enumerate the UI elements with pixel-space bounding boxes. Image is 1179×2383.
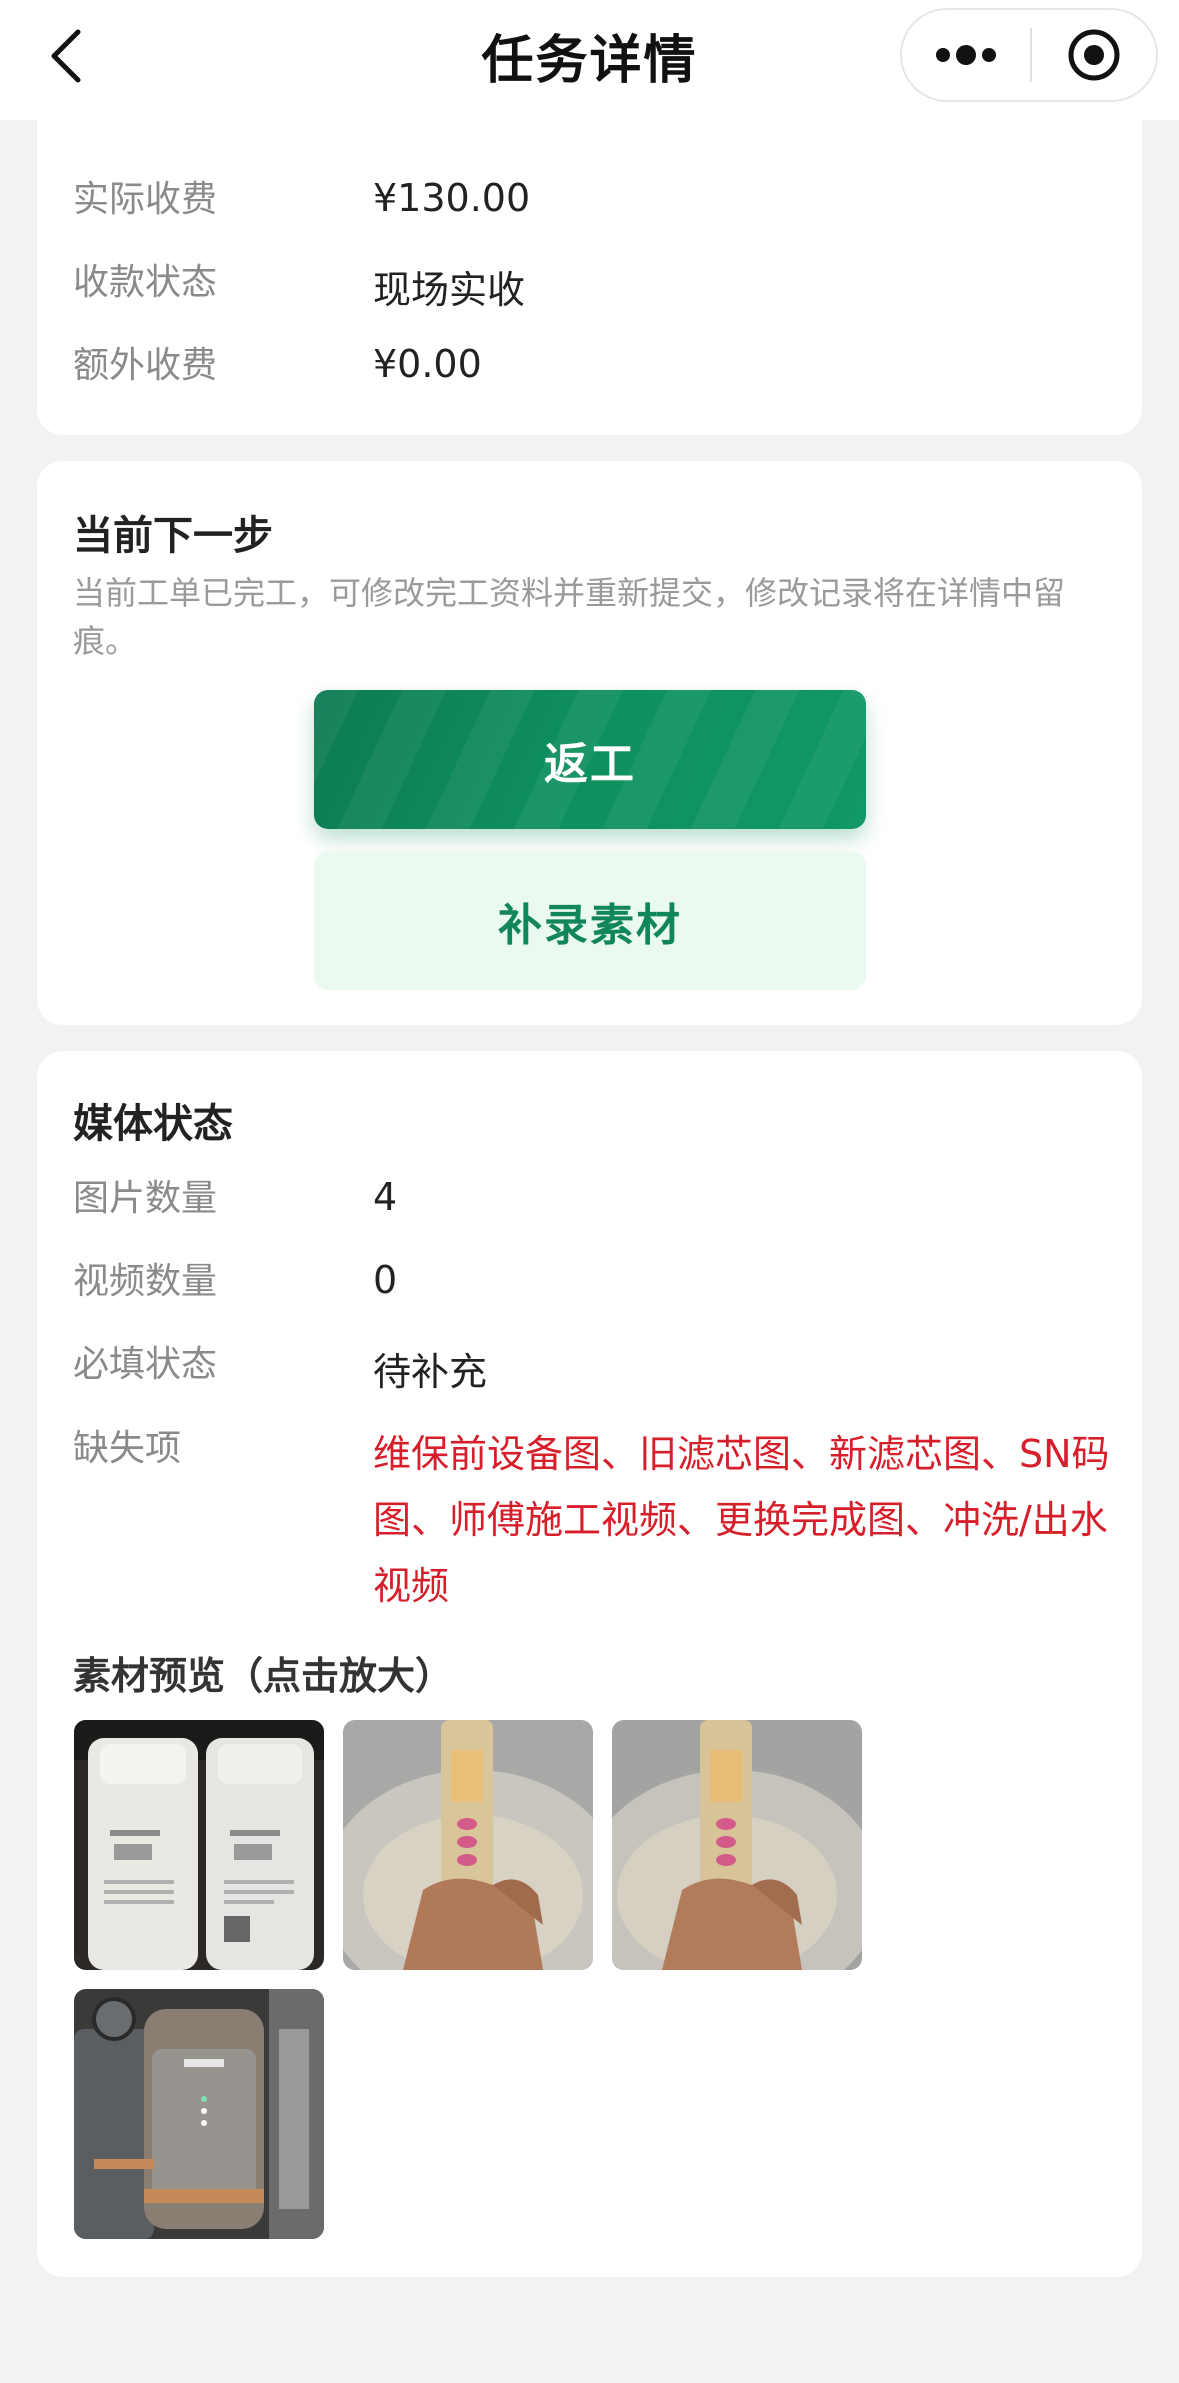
preview-title: 素材预览（点击放大） bbox=[73, 1654, 454, 1698]
next-step-title: 当前下一步 bbox=[73, 513, 273, 559]
filter-cartridges-image bbox=[74, 1720, 324, 1970]
next-step-description: 当前工单已完工，可修改完工资料并重新提交，修改记录将在详情中留痕。 bbox=[73, 574, 1066, 660]
missing-label: 缺失项 bbox=[73, 1428, 182, 1469]
tds-meter-image bbox=[343, 1720, 593, 1970]
fee-row-label: 实际收费 bbox=[73, 179, 218, 220]
next-step-card: 当前下一步 当前工单已完工，可修改完工资料并重新提交，修改记录将在详情中留痕。 … bbox=[37, 461, 1142, 1025]
fee-row-label: 收款状态 bbox=[73, 262, 218, 303]
media-row-value: 待补充 bbox=[373, 1350, 488, 1394]
fee-row-value: 现场实收 bbox=[373, 268, 526, 312]
media-thumbnail[interactable] bbox=[74, 1989, 324, 2239]
more-dots-icon bbox=[936, 45, 996, 65]
nav-bar: 任务详情 bbox=[0, 0, 1179, 120]
purifier-device-image bbox=[74, 1989, 324, 2239]
more-button[interactable] bbox=[902, 10, 1030, 100]
media-row-label: 必填状态 bbox=[73, 1344, 218, 1385]
target-icon bbox=[1068, 29, 1120, 81]
missing-items: 维保前设备图、旧滤芯图、新滤芯图、SN码图、师傅施工视频、更换完成图、冲洗/出水… bbox=[373, 1432, 1110, 1608]
fee-row-value: ¥0.00 bbox=[373, 342, 482, 386]
media-thumbnail[interactable] bbox=[612, 1720, 862, 1970]
media-row-value: 4 bbox=[373, 1175, 398, 1219]
media-status-title: 媒体状态 bbox=[73, 1101, 233, 1147]
mini-program-capsule bbox=[900, 8, 1158, 102]
media-status-card: 媒体状态 图片数量 4 视频数量 0 必填状态 待补充 缺失项 维保前设备图、旧… bbox=[37, 1051, 1142, 2277]
fee-row-label: 额外收费 bbox=[73, 345, 218, 386]
supplement-media-button-label: 补录素材 bbox=[498, 899, 682, 951]
rework-button[interactable]: 返工 bbox=[314, 690, 866, 829]
media-thumbnail[interactable] bbox=[74, 1720, 324, 1970]
close-program-button[interactable] bbox=[1032, 10, 1156, 100]
media-row-label: 图片数量 bbox=[73, 1178, 218, 1219]
tds-meter-image bbox=[612, 1720, 862, 1970]
rework-button-label: 返工 bbox=[544, 738, 636, 790]
supplement-media-button[interactable]: 补录素材 bbox=[314, 851, 866, 990]
media-thumbnail[interactable] bbox=[343, 1720, 593, 1970]
media-row-value: 0 bbox=[373, 1258, 398, 1302]
media-row-label: 视频数量 bbox=[73, 1261, 218, 1302]
fee-row-value: ¥130.00 bbox=[373, 176, 531, 220]
